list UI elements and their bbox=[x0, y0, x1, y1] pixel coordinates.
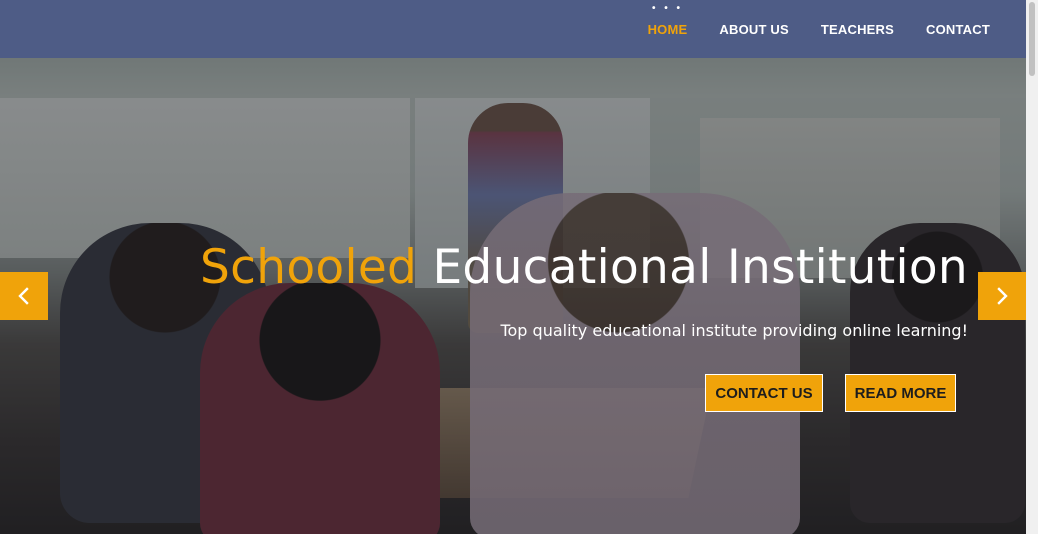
hero-title-accent: Schooled bbox=[200, 240, 418, 295]
slider-prev-button[interactable] bbox=[0, 272, 48, 320]
page-scrollbar[interactable] bbox=[1026, 0, 1038, 534]
hero-title-rest: Educational Institution bbox=[432, 240, 968, 295]
nav-item-label: CONTACT bbox=[926, 21, 990, 37]
nav-item-label: ABOUT US bbox=[719, 21, 789, 37]
hero-subtitle: Top quality educational institute provid… bbox=[500, 321, 968, 340]
site-header: • • • HOME ABOUT US TEACHERS CONTACT bbox=[0, 0, 1026, 58]
active-indicator-dots: • • • bbox=[651, 2, 684, 14]
nav-item-teachers[interactable]: TEACHERS bbox=[805, 22, 910, 37]
nav-item-label: TEACHERS bbox=[820, 21, 895, 37]
main-nav: • • • HOME ABOUT US TEACHERS CONTACT bbox=[632, 0, 1006, 58]
slider-next-button[interactable] bbox=[978, 272, 1026, 320]
hero-dark-overlay bbox=[0, 58, 1026, 534]
nav-item-home[interactable]: • • • HOME bbox=[632, 3, 704, 37]
hero-background-image bbox=[0, 58, 1026, 534]
chevron-left-icon bbox=[18, 287, 29, 305]
read-more-button[interactable]: READ MORE bbox=[845, 374, 956, 412]
nav-item-about-us[interactable]: ABOUT US bbox=[703, 22, 805, 37]
nav-item-contact[interactable]: CONTACT bbox=[910, 22, 1006, 37]
chevron-right-icon bbox=[997, 287, 1008, 305]
contact-us-button[interactable]: CONTACT US bbox=[705, 374, 823, 412]
scrollbar-thumb[interactable] bbox=[1029, 2, 1035, 76]
hero-title: Schooled Educational Institution bbox=[200, 240, 968, 295]
nav-item-label: HOME bbox=[647, 21, 688, 37]
page: • • • HOME ABOUT US TEACHERS CONTACT Sch… bbox=[0, 0, 1038, 534]
